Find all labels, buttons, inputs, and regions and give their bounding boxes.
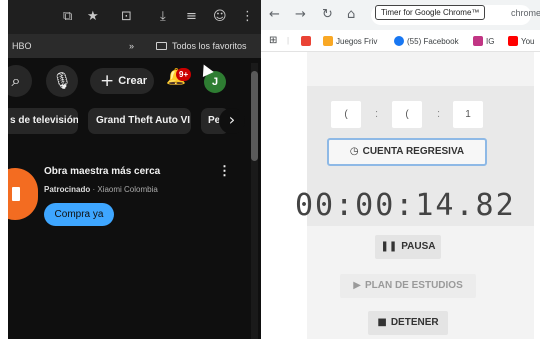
bookmark-all-favorites-label: Todos los favoritos: [172, 41, 247, 51]
chip-television[interactable]: s de televisión: [8, 108, 78, 134]
ad-sponsor-line: Patrocinado · Xiaomi Colombia: [44, 185, 158, 194]
stop-button[interactable]: ■ DETENER: [368, 311, 448, 335]
study-plan-label: PLAN DE ESTUDIOS: [364, 280, 463, 291]
bookmark-youtube-label: You: [521, 37, 535, 46]
pause-button[interactable]: ❚❚ PAUSA: [375, 235, 441, 259]
buy-now-button[interactable]: Compra ya: [44, 203, 114, 226]
browser-toolbar: ⧉ ★ ⊡ ⤓ ≡ ☺ ⋮: [8, 0, 261, 34]
create-label: Crear: [118, 75, 147, 87]
colon-separator: :: [375, 108, 379, 120]
create-button[interactable]: + Crear: [90, 68, 154, 94]
ad-title[interactable]: Obra maestra más cerca: [44, 166, 160, 177]
advertiser-name: · Xiaomi Colombia: [90, 185, 158, 194]
advertiser-logo: [8, 168, 38, 220]
scrollbar-thumb[interactable]: [251, 71, 258, 161]
gmail-icon[interactable]: [301, 36, 314, 47]
bookmark-juegos-friv[interactable]: Juegos Friv: [323, 36, 377, 47]
url-text[interactable]: chrome: [511, 8, 540, 18]
bookmarks-overflow-button[interactable]: »: [129, 41, 134, 51]
play-icon: ▶: [353, 280, 361, 291]
plus-icon: +: [100, 71, 115, 91]
countdown-mode-label: CUENTA REGRESIVA: [362, 146, 465, 157]
back-icon[interactable]: ←: [269, 8, 280, 22]
timer-panel: ( : ( : 1 ◷ CUENTA REGRESIVA 00:00:14.82 …: [295, 52, 534, 339]
colon-separator: :: [437, 108, 441, 120]
bookmarks-bar: HBO » Todos los favoritos: [8, 34, 261, 58]
friv-icon: [323, 36, 333, 46]
scrollbar[interactable]: [251, 63, 258, 339]
bookmark-youtube[interactable]: You: [508, 36, 535, 47]
microphone-icon[interactable]: 🎙: [46, 65, 78, 97]
download-icon[interactable]: ⤓: [160, 9, 166, 25]
bookmark-all-favorites[interactable]: Todos los favoritos: [156, 41, 247, 51]
menu-icon[interactable]: ⋮: [241, 9, 254, 25]
countdown-mode-button[interactable]: ◷ CUENTA REGRESIVA: [327, 138, 487, 166]
clock-icon: ◷: [349, 146, 359, 157]
more-options-icon[interactable]: ⋮: [218, 164, 231, 178]
bookmark-facebook-label: (55) Facebook: [407, 37, 459, 46]
category-chips: s de televisión Grand Theft Auto VI Pe ›: [8, 108, 261, 134]
page-title: Timer for Google Chrome™: [375, 5, 486, 20]
timer-display: 00:00:14.82: [295, 188, 516, 223]
search-icon[interactable]: ⌕: [8, 65, 32, 97]
seconds-input[interactable]: 1: [453, 101, 483, 128]
stop-icon: ■: [377, 317, 387, 328]
facebook-icon: [394, 36, 404, 46]
forward-icon[interactable]: →: [295, 8, 306, 22]
study-plan-button[interactable]: ▶ PLAN DE ESTUDIOS: [340, 274, 476, 298]
stop-label: DETENER: [390, 317, 439, 328]
star-icon[interactable]: ★: [87, 9, 99, 25]
youtube-browser-window: ⧉ ★ ⊡ ⤓ ≡ ☺ ⋮ HBO » Todos los favoritos …: [8, 0, 261, 339]
sponsored-label: Patrocinado: [44, 185, 91, 194]
youtube-icon: [508, 36, 518, 46]
bookmark-ig-label: IG: [486, 37, 495, 46]
bookmark-juegos-friv-label: Juegos Friv: [336, 37, 378, 46]
timer-browser-window: ← → ↻ ⌂ Timer for Google Chrome™ chrome …: [261, 0, 540, 339]
pause-label: PAUSA: [401, 241, 436, 252]
cast-icon[interactable]: ⧉: [63, 9, 72, 25]
home-icon[interactable]: ⌂: [347, 8, 355, 22]
minutes-input[interactable]: (: [392, 101, 422, 128]
divider: |: [287, 36, 290, 45]
reload-icon[interactable]: ↻: [322, 8, 333, 22]
browser-toolbar: ← → ↻ ⌂ Timer for Google Chrome™ chrome: [261, 0, 540, 30]
hours-input[interactable]: (: [331, 101, 361, 128]
playlist-icon[interactable]: ≡: [186, 9, 197, 25]
bookmark-facebook[interactable]: (55) Facebook: [394, 36, 459, 47]
chevron-right-icon[interactable]: ›: [219, 108, 245, 134]
pause-icon: ❚❚: [380, 241, 398, 252]
screen: ⧉ ★ ⊡ ⤓ ≡ ☺ ⋮ HBO » Todos los favoritos …: [0, 0, 540, 339]
apps-icon[interactable]: ⊞: [269, 36, 277, 46]
extensions-icon[interactable]: ⊡: [121, 9, 132, 25]
bookmark-hbo[interactable]: HBO: [12, 41, 32, 51]
folder-icon: [156, 42, 167, 50]
notification-badge: 9+: [176, 68, 192, 81]
profile-icon[interactable]: ☺: [213, 9, 227, 25]
instagram-icon: [473, 36, 483, 46]
youtube-header: ⌕ 🎙 +Crear 🔔 9+ J: [8, 58, 261, 102]
bookmarks-bar: ⊞ | Juegos Friv (55) Facebook IG You: [261, 30, 540, 52]
chip-gta-vi[interactable]: Grand Theft Auto VI: [88, 108, 191, 134]
bookmark-ig[interactable]: IG: [473, 36, 494, 47]
